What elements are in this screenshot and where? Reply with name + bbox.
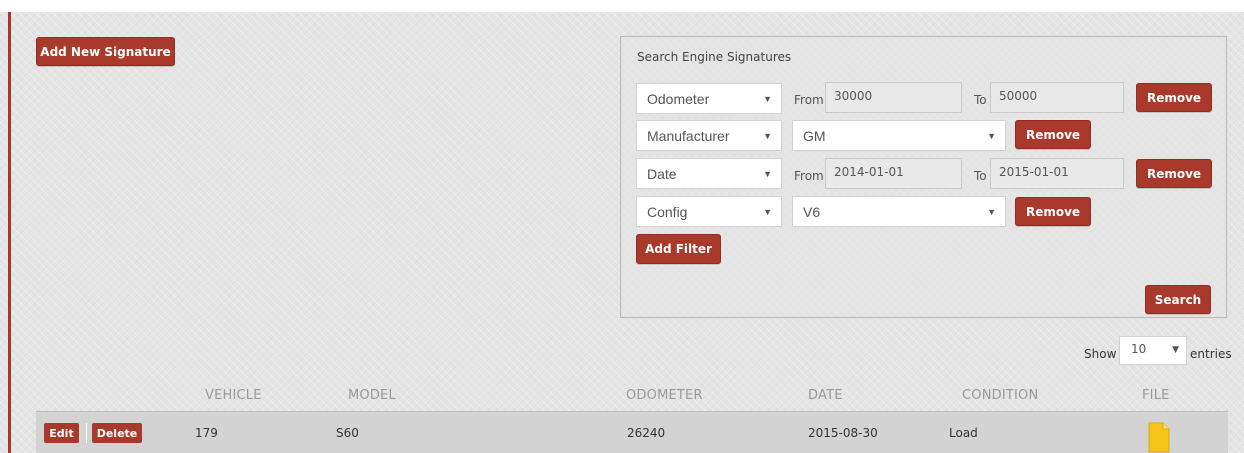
remove-filter-button[interactable]: Remove xyxy=(1136,83,1212,112)
range-from-label: From xyxy=(794,93,824,107)
filter-field-select-odometer[interactable]: Odometer ▼ xyxy=(636,83,782,114)
range-to-label: To xyxy=(974,93,987,107)
remove-filter-button[interactable]: Remove xyxy=(1015,197,1091,226)
filter-field-select-date[interactable]: Date ▼ xyxy=(636,158,782,189)
file-icon[interactable] xyxy=(1148,422,1170,453)
filter-field-select-config[interactable]: Config ▼ xyxy=(636,196,782,227)
filter-select-value: GM xyxy=(803,127,826,144)
left-accent-rule xyxy=(8,12,11,453)
page-size-value: 10 xyxy=(1131,342,1147,356)
dropdown-caret-icon: ▼ xyxy=(987,131,996,141)
odometer-to-input[interactable]: 50000 xyxy=(990,82,1124,113)
cell-vehicle: 179 xyxy=(195,426,218,440)
search-button[interactable]: Search xyxy=(1145,285,1211,314)
dropdown-caret-icon: ▼ xyxy=(1172,345,1179,355)
edit-button[interactable]: Edit xyxy=(44,423,79,443)
cell-odometer: 26240 xyxy=(627,426,666,440)
dropdown-caret-icon: ▼ xyxy=(763,207,772,217)
show-label: Show xyxy=(1084,347,1117,361)
date-to-input[interactable]: 2015-01-01 xyxy=(990,158,1124,189)
filter-field-value: Manufacturer xyxy=(647,127,730,144)
entries-label: entries xyxy=(1190,347,1232,361)
range-to-label: To xyxy=(974,169,987,183)
remove-filter-button[interactable]: Remove xyxy=(1015,120,1091,149)
action-separator xyxy=(86,423,87,443)
add-filter-button[interactable]: Add Filter xyxy=(636,234,721,264)
filter-field-select-manufacturer[interactable]: Manufacturer ▼ xyxy=(636,120,782,151)
dropdown-caret-icon: ▼ xyxy=(763,131,772,141)
add-new-signature-button[interactable]: Add New Signature xyxy=(36,37,175,66)
filter-field-value: Date xyxy=(647,165,677,182)
range-from-label: From xyxy=(794,169,824,183)
manufacturer-value-select[interactable]: GM ▼ xyxy=(792,120,1006,151)
dropdown-caret-icon: ▼ xyxy=(987,207,996,217)
dropdown-caret-icon: ▼ xyxy=(763,94,772,104)
date-from-input[interactable]: 2014-01-01 xyxy=(825,158,962,189)
cell-date: 2015-08-30 xyxy=(808,426,878,440)
column-header-date[interactable]: DATE xyxy=(808,388,843,403)
delete-button[interactable]: Delete xyxy=(92,423,142,443)
odometer-from-input[interactable]: 30000 xyxy=(825,82,962,113)
column-header-model[interactable]: MODEL xyxy=(348,388,396,403)
top-strip xyxy=(0,0,1244,12)
column-header-condition[interactable]: CONDITION xyxy=(962,388,1038,403)
filter-field-value: Config xyxy=(647,203,688,220)
cell-condition: Load xyxy=(949,426,978,440)
page-size-select[interactable]: 10 ▼ xyxy=(1119,336,1187,365)
column-header-file[interactable]: FILE xyxy=(1142,388,1170,403)
config-value-select[interactable]: V6 ▼ xyxy=(792,196,1006,227)
filter-select-value: V6 xyxy=(803,203,821,220)
remove-filter-button[interactable]: Remove xyxy=(1136,159,1212,188)
column-header-vehicle[interactable]: VEHICLE xyxy=(205,388,262,403)
dropdown-caret-icon: ▼ xyxy=(763,169,772,179)
search-panel-title: Search Engine Signatures xyxy=(637,50,792,64)
cell-model: S60 xyxy=(336,426,359,440)
column-header-odometer[interactable]: ODOMETER xyxy=(626,388,703,403)
filter-field-value: Odometer xyxy=(647,90,710,107)
